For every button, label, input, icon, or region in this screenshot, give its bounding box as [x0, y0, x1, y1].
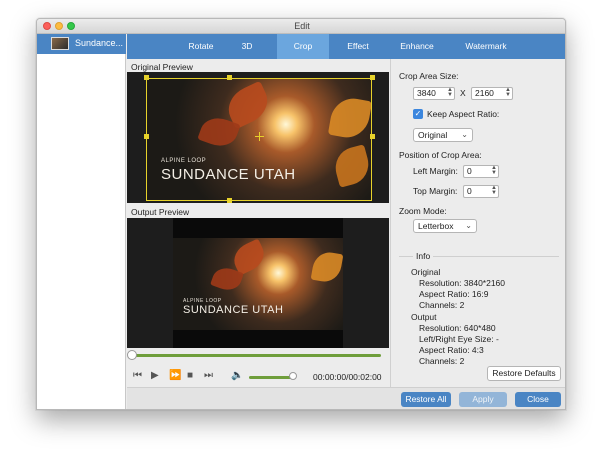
stop-icon[interactable]: ■ — [187, 370, 193, 381]
crop-handle-right[interactable] — [370, 134, 375, 139]
close-button[interactable]: Close — [515, 392, 561, 407]
overlay-title: SUNDANCE UTAH — [183, 304, 284, 316]
tab-rotate[interactable]: Rotate — [175, 34, 227, 59]
crop-settings-panel: Crop Area Size: 3840 ▲ ▼ X 2160 ▲ ▼ ✓ Keep… — [390, 59, 565, 387]
info-original-title: Original — [411, 267, 441, 277]
info-original-resolution: Resolution: 3840*2160 — [419, 278, 506, 288]
output-preview-label: Output Preview — [131, 207, 190, 217]
info-output-resolution: Resolution: 640*480 — [419, 323, 496, 333]
info-output-channels: Channels: 2 — [419, 356, 465, 366]
crop-position-label: Position of Crop Area: — [399, 150, 482, 160]
edit-window: Edit Sundance... Rotate 3D Crop Effect E… — [36, 18, 566, 410]
chevron-down-icon: ⌄ — [461, 130, 468, 139]
info-output-aspect: Aspect Ratio: 4:3 — [419, 345, 484, 355]
sidebar-item-sundance[interactable]: Sundance... — [37, 34, 126, 54]
tab-3d[interactable]: 3D — [227, 34, 267, 59]
stepper-icon[interactable]: ▲ ▼ — [447, 87, 453, 98]
tab-effect[interactable]: Effect — [332, 34, 384, 59]
play-icon[interactable]: ▶ — [151, 370, 159, 381]
volume-slider[interactable] — [249, 376, 291, 379]
skip-end-icon[interactable]: ⏭ — [204, 370, 213, 381]
info-output-eye-size: Left/Right Eye Size: - — [419, 334, 499, 344]
crop-width-value: 3840 — [417, 88, 436, 98]
zoom-mode-value: Letterbox — [418, 221, 454, 231]
crop-width-input[interactable]: 3840 ▲ ▼ — [413, 87, 455, 100]
left-margin-input[interactable]: 0 ▲ ▼ — [463, 165, 499, 178]
chevron-down-icon: ⌄ — [465, 221, 472, 230]
info-original-channels: Channels: 2 — [419, 300, 465, 310]
info-title: Info — [413, 251, 434, 261]
crop-handle-left[interactable] — [144, 134, 149, 139]
top-margin-input[interactable]: 0 ▲ ▼ — [463, 185, 499, 198]
volume-knob[interactable] — [289, 372, 297, 380]
crop-handle-top[interactable] — [227, 75, 232, 80]
playback-time: 00:00:00/00:02:00 — [313, 372, 382, 382]
zoom-mode-label: Zoom Mode: — [399, 206, 447, 216]
crop-handle-bottom[interactable] — [227, 198, 232, 203]
video-thumbnail — [51, 37, 69, 50]
top-margin-label: Top Margin: — [413, 186, 458, 196]
tab-enhance[interactable]: Enhance — [389, 34, 445, 59]
stepper-icon[interactable]: ▲ ▼ — [491, 185, 497, 196]
player-controls: ⏮ ▶ ⏩ ■ ⏭ 🔈 00:00:00/00:02:00 — [127, 366, 389, 387]
top-margin-value: 0 — [467, 186, 472, 196]
tab-watermark[interactable]: Watermark — [452, 34, 520, 59]
crop-area-size-label: Crop Area Size: — [399, 71, 459, 81]
tab-crop[interactable]: Crop — [277, 34, 329, 59]
info-output-title: Output — [411, 312, 437, 322]
output-preview: ALPINE LOOP SUNDANCE UTAH — [127, 218, 389, 348]
window-title: Edit — [294, 21, 310, 31]
timeline-scrubber[interactable] — [127, 350, 137, 360]
restore-defaults-button[interactable]: Restore Defaults — [487, 366, 561, 381]
restore-all-button[interactable]: Restore All — [401, 392, 451, 407]
keep-aspect-checkbox[interactable]: ✓ — [413, 109, 423, 119]
file-sidebar: Sundance... — [37, 34, 126, 409]
sidebar-item-label: Sundance... — [75, 38, 124, 48]
skip-back-icon[interactable]: ⏮ — [133, 370, 142, 381]
stepper-icon[interactable]: ▲ ▼ — [491, 165, 497, 176]
left-margin-label: Left Margin: — [413, 166, 458, 176]
crop-handle-top-right[interactable] — [370, 75, 375, 80]
crop-center-crosshair — [259, 132, 260, 141]
aspect-ratio-select[interactable]: Original ⌄ — [413, 128, 473, 142]
crop-handle-top-left[interactable] — [144, 75, 149, 80]
keep-aspect-label: Keep Aspect Ratio: — [427, 109, 500, 119]
preview-panel: Original Preview ALPINE LOOP SUNDANCE UT… — [127, 59, 389, 387]
bottom-bar: Restore All Apply Close — [127, 387, 565, 409]
timeline-track[interactable] — [131, 354, 381, 357]
left-margin-value: 0 — [467, 166, 472, 176]
leaf-shape — [310, 249, 343, 285]
letterbox-frame: ALPINE LOOP SUNDANCE UTAH — [173, 218, 343, 348]
stepper-icon[interactable]: ▲ ▼ — [505, 87, 511, 98]
aspect-ratio-value: Original — [418, 130, 448, 140]
output-video-frame: ALPINE LOOP SUNDANCE UTAH — [173, 238, 343, 330]
volume-icon[interactable]: 🔈 — [231, 370, 243, 381]
crop-height-value: 2160 — [475, 88, 494, 98]
apply-button[interactable]: Apply — [459, 392, 507, 407]
edit-tabs: Rotate 3D Crop Effect Enhance Watermark — [127, 34, 565, 59]
fast-forward-icon[interactable]: ⏩ — [169, 370, 181, 381]
original-preview-label: Original Preview — [131, 62, 193, 72]
title-bar: Edit — [37, 19, 565, 34]
info-original-aspect: Aspect Ratio: 16:9 — [419, 289, 489, 299]
original-preview: ALPINE LOOP SUNDANCE UTAH — [127, 72, 389, 203]
size-separator: X — [460, 88, 466, 98]
zoom-mode-select[interactable]: Letterbox ⌄ — [413, 219, 477, 233]
crop-height-input[interactable]: 2160 ▲ ▼ — [471, 87, 513, 100]
